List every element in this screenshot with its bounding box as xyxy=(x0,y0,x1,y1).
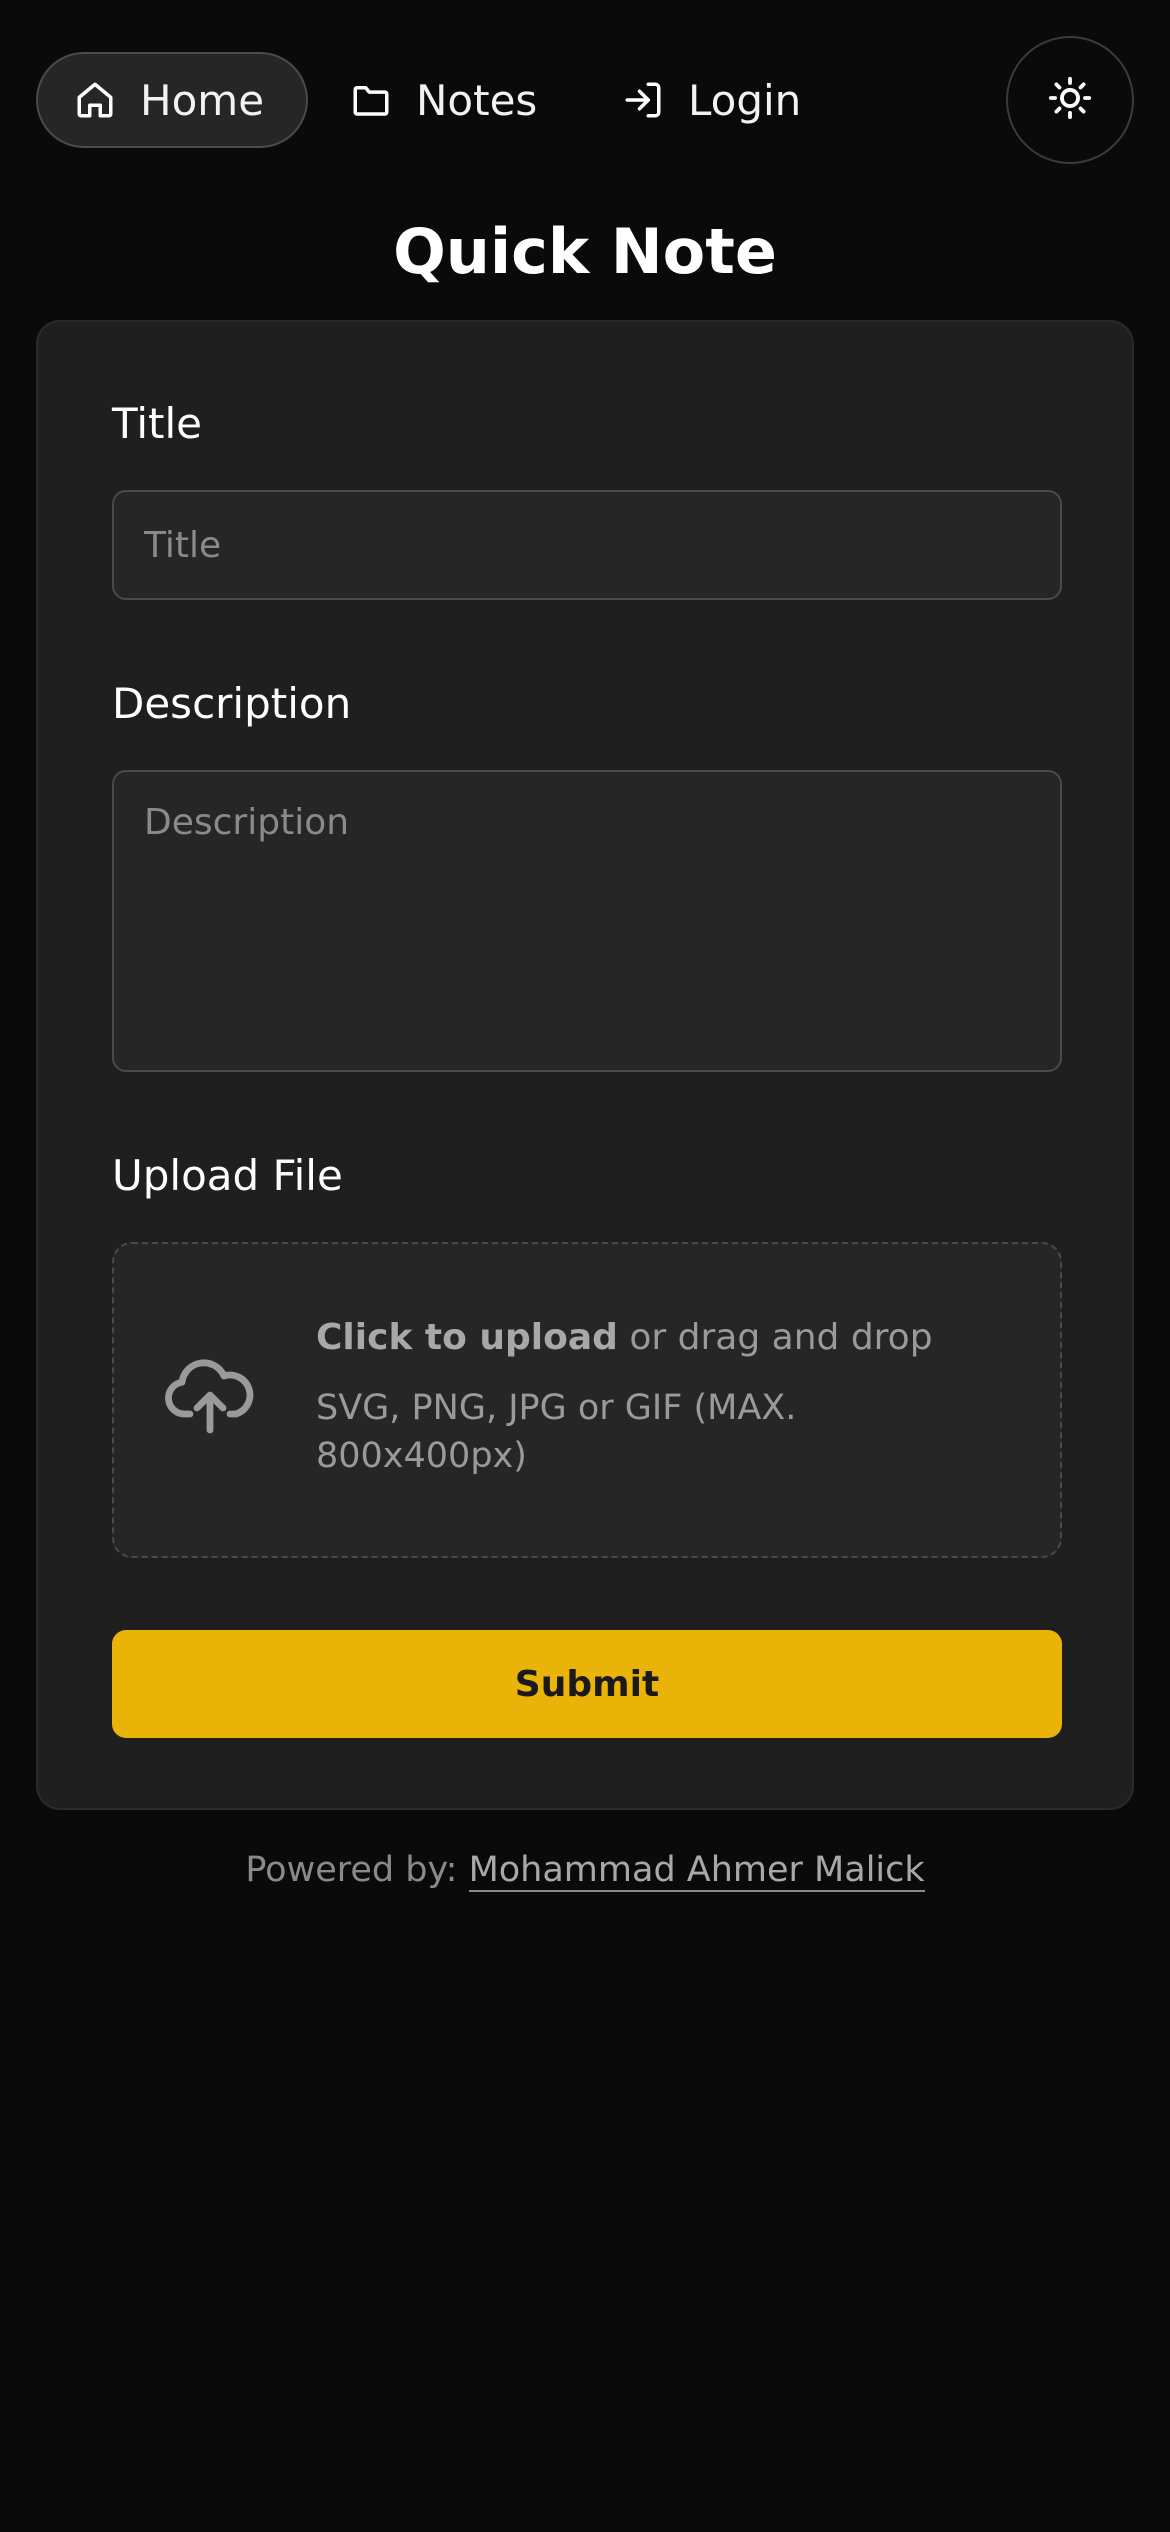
nav-item-notes[interactable]: Notes xyxy=(350,52,537,148)
nav-item-label: Home xyxy=(140,75,265,125)
submit-button[interactable]: Submit xyxy=(112,1630,1062,1738)
nav-item-login[interactable]: Login xyxy=(622,52,801,148)
upload-instruction: Click to upload or drag and drop xyxy=(316,1314,933,1362)
cloud-upload-icon xyxy=(162,1356,258,1436)
author-link[interactable]: Mohammad Ahmer Malick xyxy=(468,1850,925,1892)
top-nav: Home Notes Login xyxy=(0,0,1170,200)
description-label: Description xyxy=(112,679,352,728)
theme-toggle-button[interactable] xyxy=(1006,36,1134,164)
nav-item-label: Notes xyxy=(416,75,538,125)
footer-prefix: Powered by: xyxy=(245,1850,469,1890)
description-textarea[interactable] xyxy=(112,770,1062,1072)
upload-label: Upload File xyxy=(112,1151,343,1200)
login-icon xyxy=(622,79,664,121)
sun-icon xyxy=(1047,75,1093,125)
page-title: Quick Note xyxy=(393,215,777,288)
upload-file-hint: SVG, PNG, JPG or GIF (MAX. 800x400px) xyxy=(316,1388,797,1476)
home-icon xyxy=(74,79,116,121)
nav-item-home[interactable]: Home xyxy=(36,52,308,148)
folder-icon xyxy=(350,79,392,121)
footer: Powered by: Mohammad Ahmer Malick xyxy=(0,1842,1170,1898)
drag-drop-text: or drag and drop xyxy=(617,1317,933,1358)
title-input[interactable] xyxy=(112,490,1062,600)
file-upload-dropzone[interactable]: Click to upload or drag and drop SVG, PN… xyxy=(112,1242,1062,1558)
nav-item-label: Login xyxy=(688,75,802,125)
click-to-upload-text: Click to upload xyxy=(316,1317,618,1358)
title-label: Title xyxy=(112,399,203,448)
note-form-card: Title Description Upload File Click to u… xyxy=(36,320,1134,1810)
